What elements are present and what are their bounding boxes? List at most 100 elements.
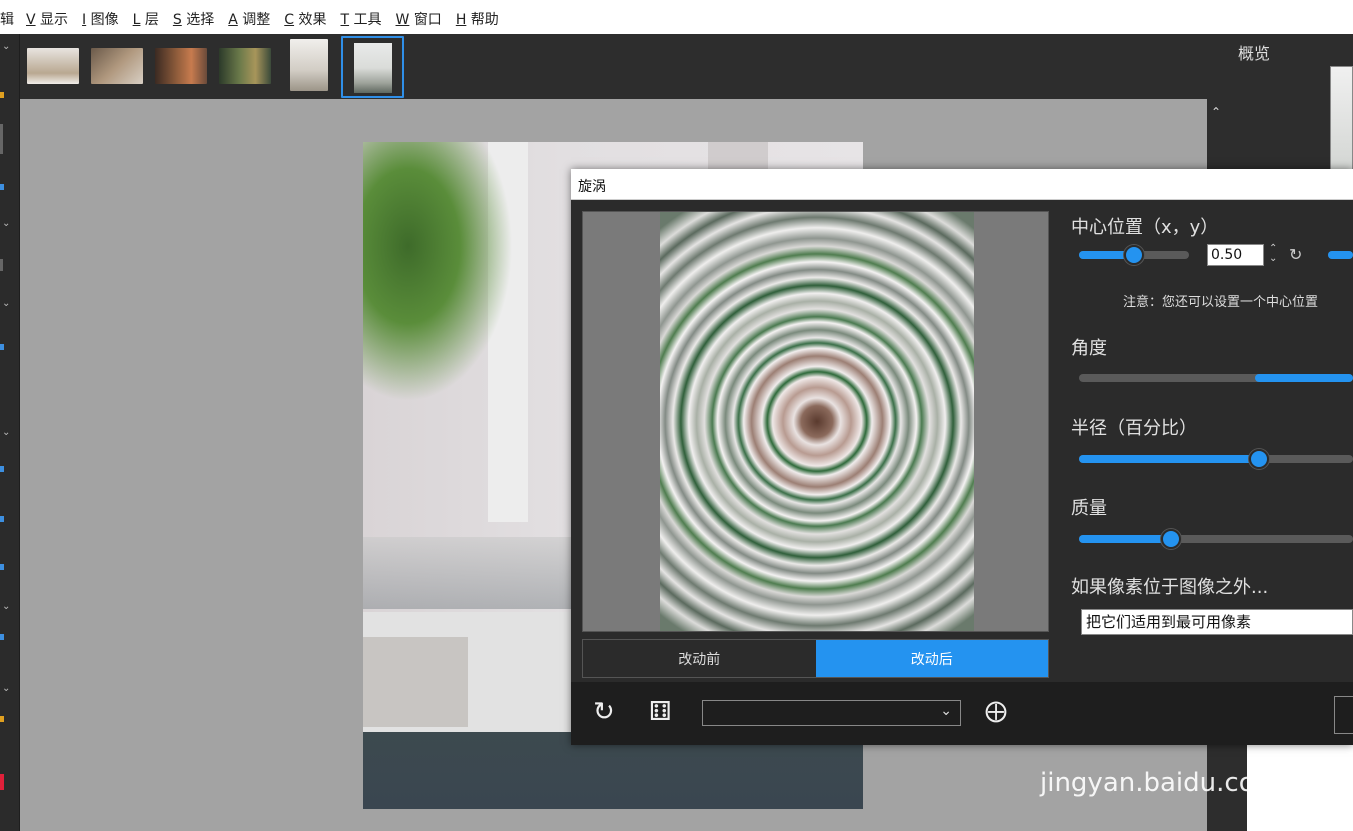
quality-label: 质量 — [1071, 498, 1107, 519]
menu-image-key: I — [82, 12, 87, 28]
parameters-panel: 中心位置（x，y） 0.50 ⌃ ⌄ ↻ 注意：您还可以设置一个中心位置 角度 半… — [1071, 211, 1353, 681]
color-swatch-icon[interactable] — [0, 774, 4, 790]
angle-label: 角度 — [1071, 338, 1107, 359]
menu-tools-label: 工具 — [353, 12, 382, 28]
menu-window-key: W — [395, 12, 410, 28]
photo-bench — [363, 637, 468, 727]
quality-slider[interactable] — [1079, 529, 1353, 549]
menu-layer-key: L — [132, 12, 141, 28]
menu-help-key: H — [455, 12, 467, 28]
menu-layer-label: 层 — [144, 12, 159, 28]
preset-dropdown[interactable]: ⌄ — [702, 700, 961, 726]
image-thumbnail[interactable] — [27, 48, 79, 84]
chevron-down-icon[interactable]: ⌄ — [2, 428, 16, 438]
outside-label: 如果像素位于图像之外... — [1071, 577, 1269, 598]
radius-slider[interactable] — [1079, 449, 1353, 469]
thumbnail-image — [354, 43, 392, 93]
chevron-down-icon: ⌄ — [940, 703, 952, 719]
menu-window-label: 窗口 — [413, 12, 442, 28]
menu-edit[interactable]: 辑 — [0, 0, 18, 34]
baidu-watermark: jingyan.baidu.com — [1038, 680, 1338, 800]
slider-knob[interactable] — [1161, 529, 1181, 549]
menu-effects[interactable]: C 效果 — [276, 0, 332, 34]
center-note: 注意：您还可以设置一个中心位置 — [1123, 295, 1319, 310]
tool-divider — [0, 259, 3, 271]
slider-knob[interactable] — [1124, 245, 1144, 265]
chevron-down-icon[interactable]: ⌄ — [2, 42, 16, 52]
watermark-url: jingyan.baidu.com — [1040, 768, 1280, 798]
spin-arrows-icon[interactable]: ⌃ ⌄ — [1269, 244, 1277, 264]
menu-view-key: V — [26, 12, 36, 28]
center-y-slider[interactable] — [1328, 251, 1353, 259]
menu-bar: 辑 V 显示 I 图像 L 层 S 选择 A 调整 C 效果 T 工具 W 窗口… — [0, 0, 1353, 34]
outside-pixels-select[interactable]: 把它们适用到最可用像素 — [1081, 609, 1353, 635]
image-thumbnail[interactable] — [155, 48, 207, 84]
menu-help-label: 帮助 — [470, 12, 499, 28]
reset-icon[interactable]: ↻ — [1289, 245, 1302, 264]
dialog-title: 旋涡 — [578, 179, 606, 195]
app-window: 辑 V 显示 I 图像 L 层 S 选择 A 调整 C 效果 T 工具 W 窗口… — [0, 0, 1353, 831]
center-label: 中心位置（x，y） — [1071, 217, 1219, 238]
menu-help[interactable]: H 帮助 — [448, 0, 505, 34]
tool-icon[interactable] — [0, 716, 4, 722]
menu-tools-key: T — [340, 12, 350, 28]
chevron-down-icon[interactable]: ⌄ — [2, 299, 16, 309]
effect-preview[interactable] — [582, 211, 1049, 632]
photo-pillar — [708, 142, 768, 172]
image-thumbnail-selected[interactable] — [341, 36, 404, 98]
menu-window[interactable]: W 窗口 — [388, 0, 448, 34]
menu-select-key: S — [172, 12, 182, 28]
angle-slider[interactable] — [1079, 374, 1353, 382]
menu-select-label: 选择 — [186, 12, 215, 28]
chevron-down-icon[interactable]: ⌄ — [2, 219, 16, 229]
image-thumbnail[interactable] — [219, 48, 271, 84]
after-button[interactable]: 改动后 — [815, 640, 1048, 677]
menu-image-label: 图像 — [90, 12, 119, 28]
tool-icon[interactable] — [0, 634, 4, 640]
menu-adjust-key: A — [228, 12, 238, 28]
menu-tools[interactable]: T 工具 — [333, 0, 388, 34]
before-button[interactable]: 改动前 — [583, 640, 816, 677]
center-x-input[interactable]: 0.50 — [1207, 244, 1264, 266]
left-toolbar: ⌄ ⌄ ⌄ ⌄ ⌄ ⌄ — [0, 34, 20, 831]
dice-icon[interactable]: ⚅ — [649, 699, 672, 725]
scroll-up-icon[interactable]: ⌃ — [1211, 105, 1221, 119]
slider-fill — [1328, 251, 1353, 259]
image-thumbnail-strip — [20, 34, 1227, 99]
menu-effects-key: C — [284, 12, 295, 28]
tool-icon[interactable] — [0, 516, 4, 522]
dialog-titlebar[interactable]: 旋涡 — [571, 169, 1353, 200]
chevron-down-icon[interactable]: ⌄ — [2, 684, 16, 694]
menu-image[interactable]: I 图像 — [74, 0, 125, 34]
image-thumbnail[interactable] — [290, 39, 328, 91]
tool-icon[interactable] — [0, 92, 4, 98]
tool-icon[interactable] — [0, 184, 4, 190]
menu-select[interactable]: S 选择 — [165, 0, 220, 34]
slider-fill — [1255, 374, 1353, 382]
slider-fill — [1079, 535, 1171, 543]
reset-icon[interactable]: ↻ — [593, 699, 615, 725]
before-after-toggle: 改动前 改动后 — [582, 639, 1049, 678]
tool-divider — [0, 124, 3, 154]
center-x-slider[interactable] — [1079, 245, 1189, 265]
chevron-down-icon[interactable]: ⌄ — [2, 602, 16, 612]
overview-thumbnail[interactable] — [1330, 66, 1353, 186]
tool-icon[interactable] — [0, 466, 4, 472]
tool-icon[interactable] — [0, 344, 4, 350]
image-thumbnail[interactable] — [91, 48, 143, 84]
slider-fill — [1079, 455, 1259, 463]
menu-layer[interactable]: L 层 — [125, 0, 165, 34]
photo-plant — [363, 142, 513, 402]
menu-edit-label: 辑 — [0, 12, 14, 28]
twirl-dialog: 旋涡 改动前 改动后 中心位置（x，y） 0.50 ⌃ ⌄ ↻ 注意：您还可以设置… — [571, 169, 1353, 745]
menu-adjust-label: 调整 — [242, 12, 271, 28]
add-preset-icon[interactable]: ⨁ — [985, 699, 1007, 725]
menu-effects-label: 效果 — [298, 12, 327, 28]
menu-view-label: 显示 — [40, 12, 69, 28]
menu-view[interactable]: V 显示 — [18, 0, 74, 34]
menu-adjust[interactable]: A 调整 — [220, 0, 276, 34]
slider-knob[interactable] — [1249, 449, 1269, 469]
tool-icon[interactable] — [0, 564, 4, 570]
overview-title: 概览 — [1238, 44, 1271, 63]
radius-label: 半径（百分比） — [1071, 418, 1197, 439]
